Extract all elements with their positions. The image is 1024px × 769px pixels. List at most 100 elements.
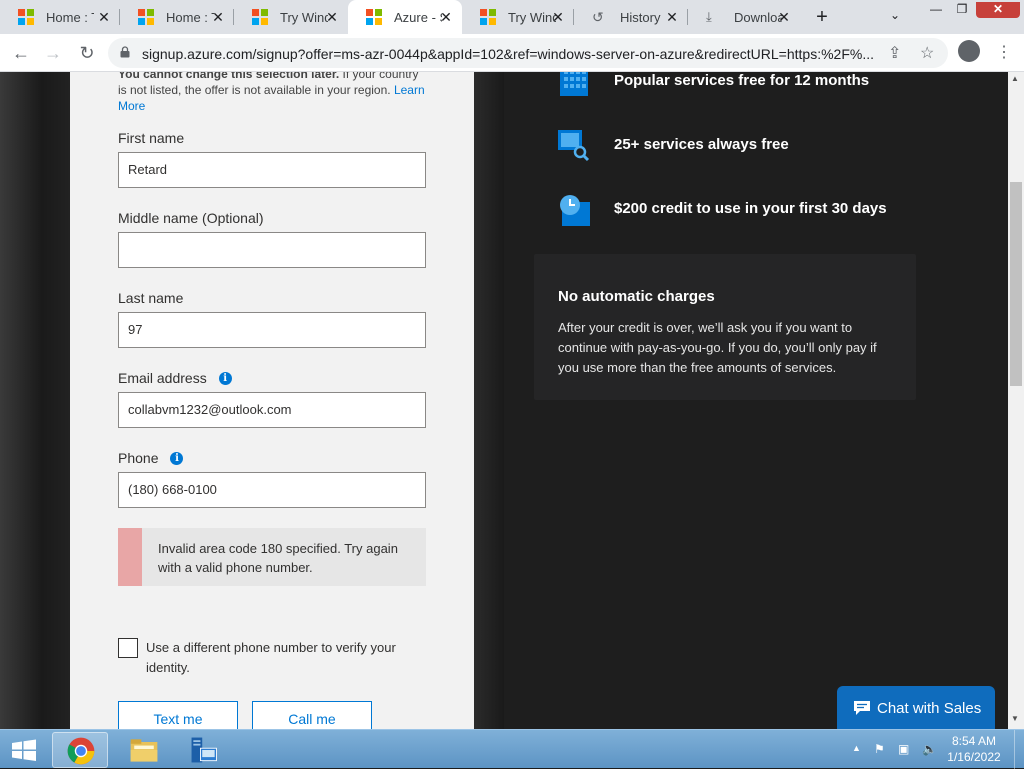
more-menu-icon[interactable]: ⋮	[996, 42, 1012, 62]
tab-try-windows-1[interactable]: Try Wind ✕	[234, 0, 348, 34]
profile-avatar[interactable]	[958, 40, 980, 62]
benefit-text: $200 credit to use in your first 30 days	[614, 200, 887, 217]
close-window-button[interactable]: ✕	[976, 2, 1020, 18]
error-text: Invalid area code 180 specified. Try aga…	[158, 541, 398, 575]
tab-title: Try Wind	[508, 9, 556, 25]
error-accent-bar	[118, 528, 142, 586]
browser-toolbar: ← → ↻ signup.azure.com/signup?offer=ms-a…	[0, 34, 1024, 72]
clock-date: 1/16/2022	[947, 750, 1001, 764]
email-field[interactable]: collabvm1232@outlook.com	[118, 392, 426, 428]
url-text: signup.azure.com/signup?offer=ms-azr-004…	[142, 46, 875, 62]
call-me-button[interactable]: Call me	[252, 701, 372, 729]
close-icon[interactable]: ✕	[550, 9, 566, 26]
tab-history[interactable]: ↺ History ✕	[574, 0, 688, 34]
signup-form-panel: You cannot change this selection later. …	[70, 72, 474, 729]
chrome-icon	[67, 737, 95, 765]
tab-home-1[interactable]: Home : T ✕	[0, 0, 120, 34]
clock-time: 8:54 AM	[951, 734, 997, 748]
tab-downloads[interactable]: ⤓ Downloa ✕	[688, 0, 800, 34]
file-explorer-taskbar-button[interactable]	[116, 732, 172, 768]
tab-azure-signup[interactable]: Azure - S ✕	[348, 0, 462, 34]
reload-icon[interactable]: ↻	[74, 40, 100, 66]
tab-title: Downloa	[734, 9, 782, 25]
middle-name-label: Middle name (Optional)	[118, 210, 264, 226]
scrollbar-thumb[interactable]	[1010, 182, 1022, 386]
address-bar[interactable]: signup.azure.com/signup?offer=ms-azr-004…	[108, 38, 948, 68]
close-icon[interactable]: ✕	[210, 9, 226, 26]
new-tab-button[interactable]: +	[812, 6, 832, 29]
benefits-panel: Popular services free for 12 months 25+ …	[504, 72, 1008, 729]
grid-calendar-icon	[560, 72, 588, 96]
share-icon[interactable]: ⇪	[888, 43, 901, 63]
microsoft-logo-icon	[252, 9, 268, 25]
background-left	[0, 72, 70, 729]
minimize-window-button[interactable]: —	[922, 2, 950, 18]
scroll-up-arrow-icon[interactable]: ▲	[1011, 74, 1019, 83]
microsoft-logo-icon	[18, 9, 34, 25]
phone-label: Phone	[118, 450, 159, 466]
network-icon[interactable]: ▣	[898, 742, 909, 756]
page-scrollbar[interactable]: ▲ ▼	[1008, 72, 1024, 729]
tab-title: Home : T	[46, 9, 94, 25]
email-label-row: Email address i	[118, 370, 232, 386]
clock-card-icon	[560, 195, 590, 226]
tab-title: Home : T	[166, 9, 214, 25]
tab-search-chevron-icon[interactable]: ⌄	[890, 8, 900, 22]
show-hidden-icons-icon[interactable]: ▲	[852, 743, 861, 753]
benefit-text: Popular services free for 12 months	[614, 72, 870, 89]
close-icon[interactable]: ✕	[96, 9, 112, 26]
chrome-taskbar-button[interactable]	[52, 732, 108, 768]
info-icon[interactable]: i	[218, 371, 232, 385]
folder-icon	[130, 739, 158, 762]
microsoft-logo-icon	[138, 9, 154, 25]
windows-taskbar: ▲ ⚑ ▣ 🔈 8:54 AM 1/16/2022	[0, 729, 1024, 769]
first-name-label: First name	[118, 130, 185, 146]
close-icon[interactable]: ✕	[438, 9, 454, 26]
restore-window-button[interactable]: ❐	[948, 2, 976, 18]
chat-label: Chat with Sales	[877, 699, 982, 717]
close-icon[interactable]: ✕	[664, 9, 680, 26]
server-manager-taskbar-button[interactable]	[176, 732, 232, 768]
microsoft-logo-icon	[366, 9, 382, 25]
forward-arrow-icon[interactable]: →	[40, 40, 66, 66]
charges-body: After your credit is over, we’ll ask you…	[558, 320, 877, 375]
country-note-bold: You cannot change this selection later.	[118, 72, 340, 81]
close-icon[interactable]: ✕	[776, 9, 792, 26]
scroll-down-arrow-icon[interactable]: ▼	[1011, 714, 1019, 723]
country-note: You cannot change this selection later. …	[118, 72, 428, 114]
chat-with-sales-button[interactable]: Chat with Sales	[837, 686, 995, 730]
monitor-search-icon	[558, 130, 590, 162]
volume-muted-icon[interactable]: 🔈	[922, 742, 937, 756]
tab-home-2[interactable]: Home : T ✕	[120, 0, 234, 34]
server-manager-icon	[191, 737, 217, 763]
phone-field[interactable]: (180) 668-0100	[118, 472, 426, 508]
show-desktop-button[interactable]	[1014, 730, 1024, 769]
phone-label-row: Phone i	[118, 450, 184, 466]
back-arrow-icon[interactable]: ←	[8, 40, 34, 66]
different-phone-checkbox[interactable]	[118, 638, 138, 658]
tab-title: Try Wind	[280, 9, 328, 25]
middle-name-field[interactable]	[118, 232, 426, 268]
phone-error-message: Invalid area code 180 specified. Try aga…	[118, 528, 426, 586]
chat-bubble-icon	[854, 701, 870, 715]
taskbar-clock[interactable]: 8:54 AM 1/16/2022	[942, 733, 1006, 765]
text-me-button[interactable]: Text me	[118, 701, 238, 729]
tab-try-windows-2[interactable]: Try Wind ✕	[462, 0, 574, 34]
email-label: Email address	[118, 370, 207, 386]
benefit-text: 25+ services always free	[614, 136, 789, 153]
tab-title: Azure - S	[394, 9, 442, 25]
first-name-field[interactable]: Retard	[118, 152, 426, 188]
lock-icon	[120, 46, 130, 58]
last-name-field[interactable]: 97	[118, 312, 426, 348]
history-icon: ↺	[592, 9, 604, 25]
different-phone-label[interactable]: Use a different phone number to verify y…	[146, 638, 416, 678]
close-icon[interactable]: ✕	[324, 9, 340, 26]
windows-start-icon[interactable]	[4, 734, 44, 766]
info-icon[interactable]: i	[170, 451, 184, 465]
action-center-flag-icon[interactable]: ⚑	[874, 742, 885, 756]
page-viewport: You cannot change this selection later. …	[0, 72, 1008, 729]
charges-title: No automatic charges	[558, 288, 715, 305]
no-automatic-charges-card: No automatic charges After your credit i…	[534, 254, 916, 400]
star-icon[interactable]: ☆	[920, 43, 934, 63]
download-icon: ⤓	[706, 9, 712, 24]
